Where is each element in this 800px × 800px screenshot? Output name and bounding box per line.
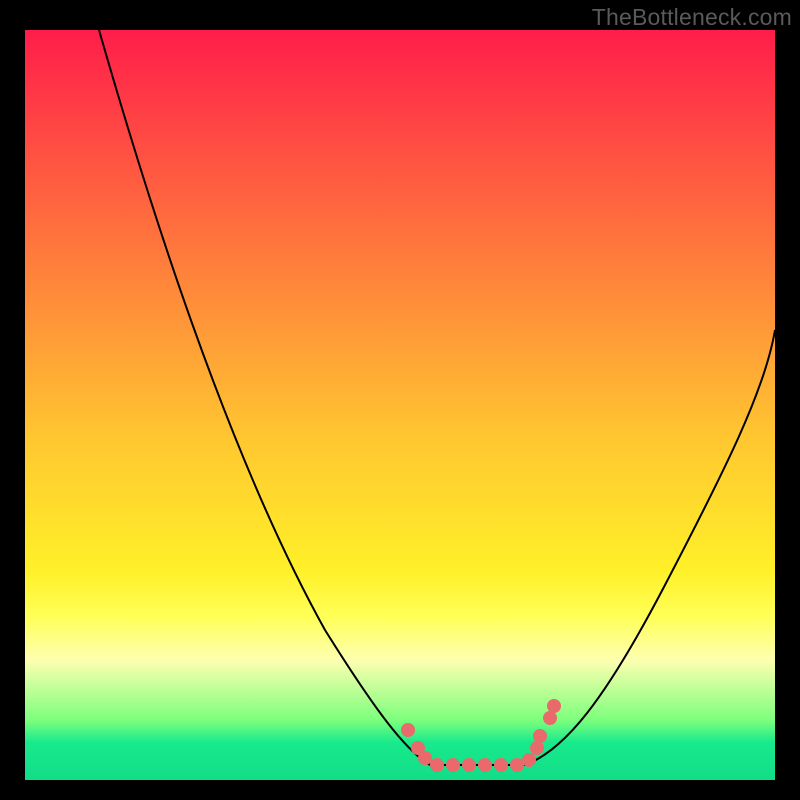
marker-dot xyxy=(430,758,444,772)
chart-svg xyxy=(25,30,775,780)
marker-dot xyxy=(494,758,508,772)
left-curve xyxy=(99,30,430,765)
watermark-text: TheBottleneck.com xyxy=(592,4,792,31)
marker-dot xyxy=(418,751,432,765)
marker-dot xyxy=(478,758,492,772)
marker-dot xyxy=(522,753,536,767)
right-curve xyxy=(525,330,775,765)
plot-area xyxy=(25,30,775,780)
marker-dot xyxy=(547,699,561,713)
marker-dot xyxy=(533,729,547,743)
marker-dot xyxy=(446,758,460,772)
marker-dot xyxy=(510,758,524,772)
marker-dot xyxy=(530,741,544,755)
marker-dot xyxy=(462,758,476,772)
marker-dot xyxy=(401,723,415,737)
marker-dot xyxy=(543,711,557,725)
